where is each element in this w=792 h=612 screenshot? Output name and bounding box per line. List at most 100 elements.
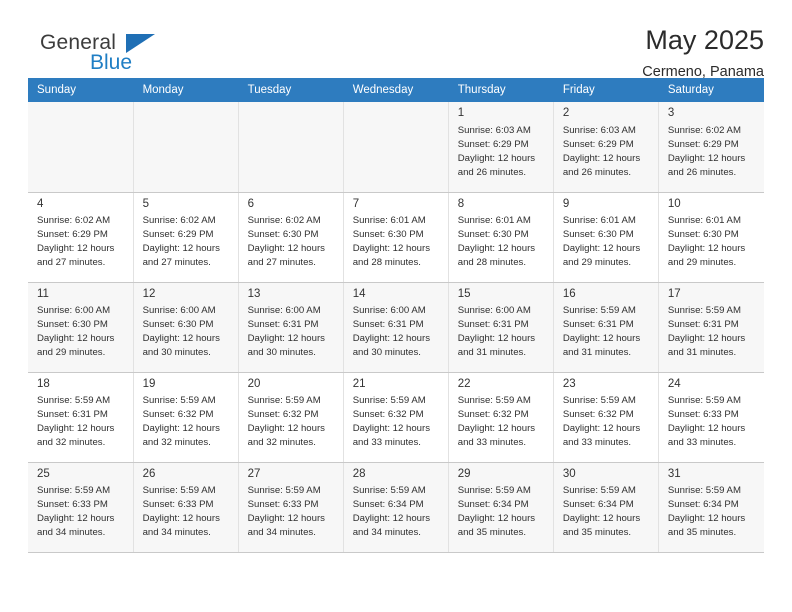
calendar-day-cell[interactable]: 28 Sunrise: 5:59 AM Sunset: 6:34 PM Dayligh… [343, 462, 449, 553]
daylight-text-line1: Daylight: 12 hours [142, 243, 220, 255]
sunset-text: Sunset: 6:29 PM [562, 138, 634, 150]
calendar-day-cell[interactable]: 5 Sunrise: 6:02 AM Sunset: 6:29 PM Daylight… [133, 192, 239, 283]
calendar-day-cell[interactable]: 17 Sunrise: 5:59 AM Sunset: 6:31 PM Dayligh… [658, 282, 764, 373]
daylight-text-line2: and 33 minutes. [352, 437, 421, 449]
daylight-text-line2: and 29 minutes. [667, 257, 737, 269]
calendar-day-cell[interactable]: 7 Sunrise: 6:01 AM Sunset: 6:30 PM Daylight… [343, 192, 449, 283]
day-sun-info: Sunrise: 5:59 AM Sunset: 6:31 PM Daylight:… [659, 303, 764, 360]
daylight-text-line1: Daylight: 12 hours [457, 423, 536, 435]
sunset-text: Sunset: 6:33 PM [247, 499, 319, 511]
sunrise-text: Sunrise: 5:59 AM [142, 485, 216, 496]
calendar-week-row: 4 Sunrise: 6:02 AM Sunset: 6:29 PM Daylight… [28, 192, 764, 283]
daylight-text-line2: and 26 minutes. [457, 166, 527, 178]
weekday-header-tuesday: Tuesday [238, 78, 344, 102]
brand-name-top: General [40, 31, 117, 54]
calendar-week-row: 18 Sunrise: 5:59 AM Sunset: 6:31 PM Dayligh… [28, 372, 764, 463]
sunset-text: Sunset: 6:30 PM [247, 229, 319, 241]
daylight-text-line2: and 31 minutes. [457, 347, 527, 359]
sunrise-text: Sunrise: 6:03 AM [562, 124, 636, 136]
day-sun-info: Sunrise: 6:01 AM Sunset: 6:30 PM Daylight:… [449, 213, 553, 270]
day-sun-info: Sunrise: 5:59 AM Sunset: 6:32 PM Daylight:… [134, 393, 238, 450]
calendar-day-cell-empty [28, 102, 134, 193]
calendar-day-cell[interactable]: 16 Sunrise: 5:59 AM Sunset: 6:31 PM Dayligh… [553, 282, 659, 373]
daylight-text-line1: Daylight: 12 hours [457, 333, 536, 345]
daylight-text-line2: and 32 minutes. [247, 437, 316, 449]
daylight-text-line2: and 27 minutes. [247, 257, 316, 269]
daylight-text-line1: Daylight: 12 hours [667, 152, 746, 164]
calendar-day-cell[interactable]: 9 Sunrise: 6:01 AM Sunset: 6:30 PM Daylight… [553, 192, 659, 283]
daylight-text-line2: and 35 minutes. [457, 527, 527, 539]
daylight-text-line2: and 34 minutes. [247, 527, 316, 539]
daylight-text-line2: and 31 minutes. [667, 347, 737, 359]
daylight-text-line1: Daylight: 12 hours [457, 513, 536, 525]
daylight-text-line2: and 27 minutes. [142, 257, 211, 269]
day-sun-info: Sunrise: 5:59 AM Sunset: 6:32 PM Daylight:… [554, 393, 658, 450]
day-number: 9 [562, 197, 570, 210]
calendar-day-cell[interactable]: 12 Sunrise: 6:00 AM Sunset: 6:30 PM Dayligh… [133, 282, 239, 373]
calendar-day-cell[interactable]: 3 Sunrise: 6:02 AM Sunset: 6:29 PM Daylight… [658, 102, 764, 193]
sunrise-text: Sunrise: 5:59 AM [37, 485, 111, 496]
day-number: 11 [37, 287, 49, 300]
daylight-text-line1: Daylight: 12 hours [247, 243, 325, 255]
day-number: 13 [247, 287, 261, 300]
title-block: May 2025 Cermeno, Panama [642, 25, 764, 80]
calendar-day-cell[interactable]: 15 Sunrise: 6:00 AM Sunset: 6:31 PM Dayligh… [448, 282, 554, 373]
day-sun-info: Sunrise: 6:02 AM Sunset: 6:30 PM Daylight:… [239, 213, 343, 270]
sunrise-text: Sunrise: 5:59 AM [667, 485, 741, 496]
sunset-text: Sunset: 6:32 PM [562, 409, 634, 421]
daylight-text-line2: and 32 minutes. [142, 437, 211, 449]
daylight-text-line1: Daylight: 12 hours [562, 513, 641, 525]
calendar-table: Sunday Monday Tuesday Wednesday Thursday… [28, 78, 765, 553]
calendar-week-row: 25 Sunrise: 5:59 AM Sunset: 6:33 PM Dayligh… [28, 462, 764, 553]
daylight-text-line2: and 28 minutes. [457, 257, 527, 269]
day-sun-info: Sunrise: 6:00 AM Sunset: 6:30 PM Daylight:… [134, 303, 238, 360]
day-number: 19 [142, 377, 156, 390]
calendar-day-cell[interactable]: 10 Sunrise: 6:01 AM Sunset: 6:30 PM Dayligh… [658, 192, 764, 283]
calendar-day-cell[interactable]: 23 Sunrise: 5:59 AM Sunset: 6:32 PM Dayligh… [553, 372, 659, 463]
day-sun-info: Sunrise: 5:59 AM Sunset: 6:34 PM Daylight:… [554, 483, 658, 540]
daylight-text-line1: Daylight: 12 hours [667, 243, 746, 255]
daylight-text-line1: Daylight: 12 hours [667, 333, 746, 345]
sunset-text: Sunset: 6:30 PM [352, 229, 424, 241]
calendar-day-cell[interactable]: 1 Sunrise: 6:03 AM Sunset: 6:29 PM Daylight… [448, 102, 554, 193]
calendar-day-cell[interactable]: 6 Sunrise: 6:02 AM Sunset: 6:30 PM Daylight… [238, 192, 344, 283]
calendar-day-cell[interactable]: 30 Sunrise: 5:59 AM Sunset: 6:34 PM Dayligh… [553, 462, 659, 553]
calendar-day-cell[interactable]: 22 Sunrise: 5:59 AM Sunset: 6:32 PM Dayligh… [448, 372, 554, 463]
sunset-text: Sunset: 6:34 PM [667, 499, 739, 511]
calendar-day-cell[interactable]: 11 Sunrise: 6:00 AM Sunset: 6:30 PM Dayligh… [28, 282, 134, 373]
day-sun-info: Sunrise: 6:02 AM Sunset: 6:29 PM Daylight:… [134, 213, 238, 270]
daylight-text-line2: and 26 minutes. [667, 166, 737, 178]
weekday-header-thursday: Thursday [448, 78, 554, 102]
sunrise-text: Sunrise: 5:59 AM [457, 485, 531, 496]
day-sun-info: Sunrise: 5:59 AM Sunset: 6:34 PM Daylight:… [344, 483, 448, 540]
day-number: 2 [562, 107, 570, 119]
brand-logo[interactable]: General Blue [28, 26, 188, 78]
calendar-day-cell[interactable]: 21 Sunrise: 5:59 AM Sunset: 6:32 PM Dayligh… [343, 372, 449, 463]
page-subtitle: Cermeno, Panama [642, 63, 764, 80]
calendar-day-cell[interactable]: 25 Sunrise: 5:59 AM Sunset: 6:33 PM Dayligh… [28, 462, 134, 553]
day-sun-info: Sunrise: 5:59 AM Sunset: 6:33 PM Daylight:… [134, 483, 238, 540]
calendar-day-cell[interactable]: 27 Sunrise: 5:59 AM Sunset: 6:33 PM Dayligh… [238, 462, 344, 553]
calendar-day-cell[interactable]: 19 Sunrise: 5:59 AM Sunset: 6:32 PM Dayligh… [133, 372, 239, 463]
day-number: 24 [667, 377, 681, 390]
calendar-day-cell[interactable]: 31 Sunrise: 5:59 AM Sunset: 6:34 PM Dayligh… [658, 462, 764, 553]
calendar-day-cell[interactable]: 2 Sunrise: 6:03 AM Sunset: 6:29 PM Daylight… [553, 102, 659, 193]
calendar-day-cell[interactable]: 4 Sunrise: 6:02 AM Sunset: 6:29 PM Daylight… [28, 192, 134, 283]
calendar-day-cell[interactable]: 26 Sunrise: 5:59 AM Sunset: 6:33 PM Dayligh… [133, 462, 239, 553]
day-number: 16 [562, 287, 576, 300]
day-number: 15 [457, 287, 471, 300]
day-number: 3 [667, 107, 675, 119]
calendar-day-cell[interactable]: 14 Sunrise: 6:00 AM Sunset: 6:31 PM Dayligh… [343, 282, 449, 373]
sunset-text: Sunset: 6:29 PM [667, 138, 739, 150]
calendar-day-cell[interactable]: 29 Sunrise: 5:59 AM Sunset: 6:34 PM Dayligh… [448, 462, 554, 553]
daylight-text-line2: and 34 minutes. [37, 527, 106, 539]
day-number: 23 [562, 377, 576, 390]
calendar-day-cell[interactable]: 20 Sunrise: 5:59 AM Sunset: 6:32 PM Dayligh… [238, 372, 344, 463]
calendar-day-cell[interactable]: 24 Sunrise: 5:59 AM Sunset: 6:33 PM Dayligh… [658, 372, 764, 463]
calendar-day-cell[interactable]: 13 Sunrise: 6:00 AM Sunset: 6:31 PM Dayligh… [238, 282, 344, 373]
calendar-day-cell[interactable]: 8 Sunrise: 6:01 AM Sunset: 6:30 PM Daylight… [448, 192, 554, 283]
calendar-day-cell[interactable]: 18 Sunrise: 5:59 AM Sunset: 6:31 PM Dayligh… [28, 372, 134, 463]
daylight-text-line2: and 31 minutes. [562, 347, 632, 359]
day-sun-info: Sunrise: 6:02 AM Sunset: 6:29 PM Daylight:… [659, 123, 764, 180]
day-sun-info: Sunrise: 5:59 AM Sunset: 6:34 PM Daylight:… [659, 483, 764, 540]
